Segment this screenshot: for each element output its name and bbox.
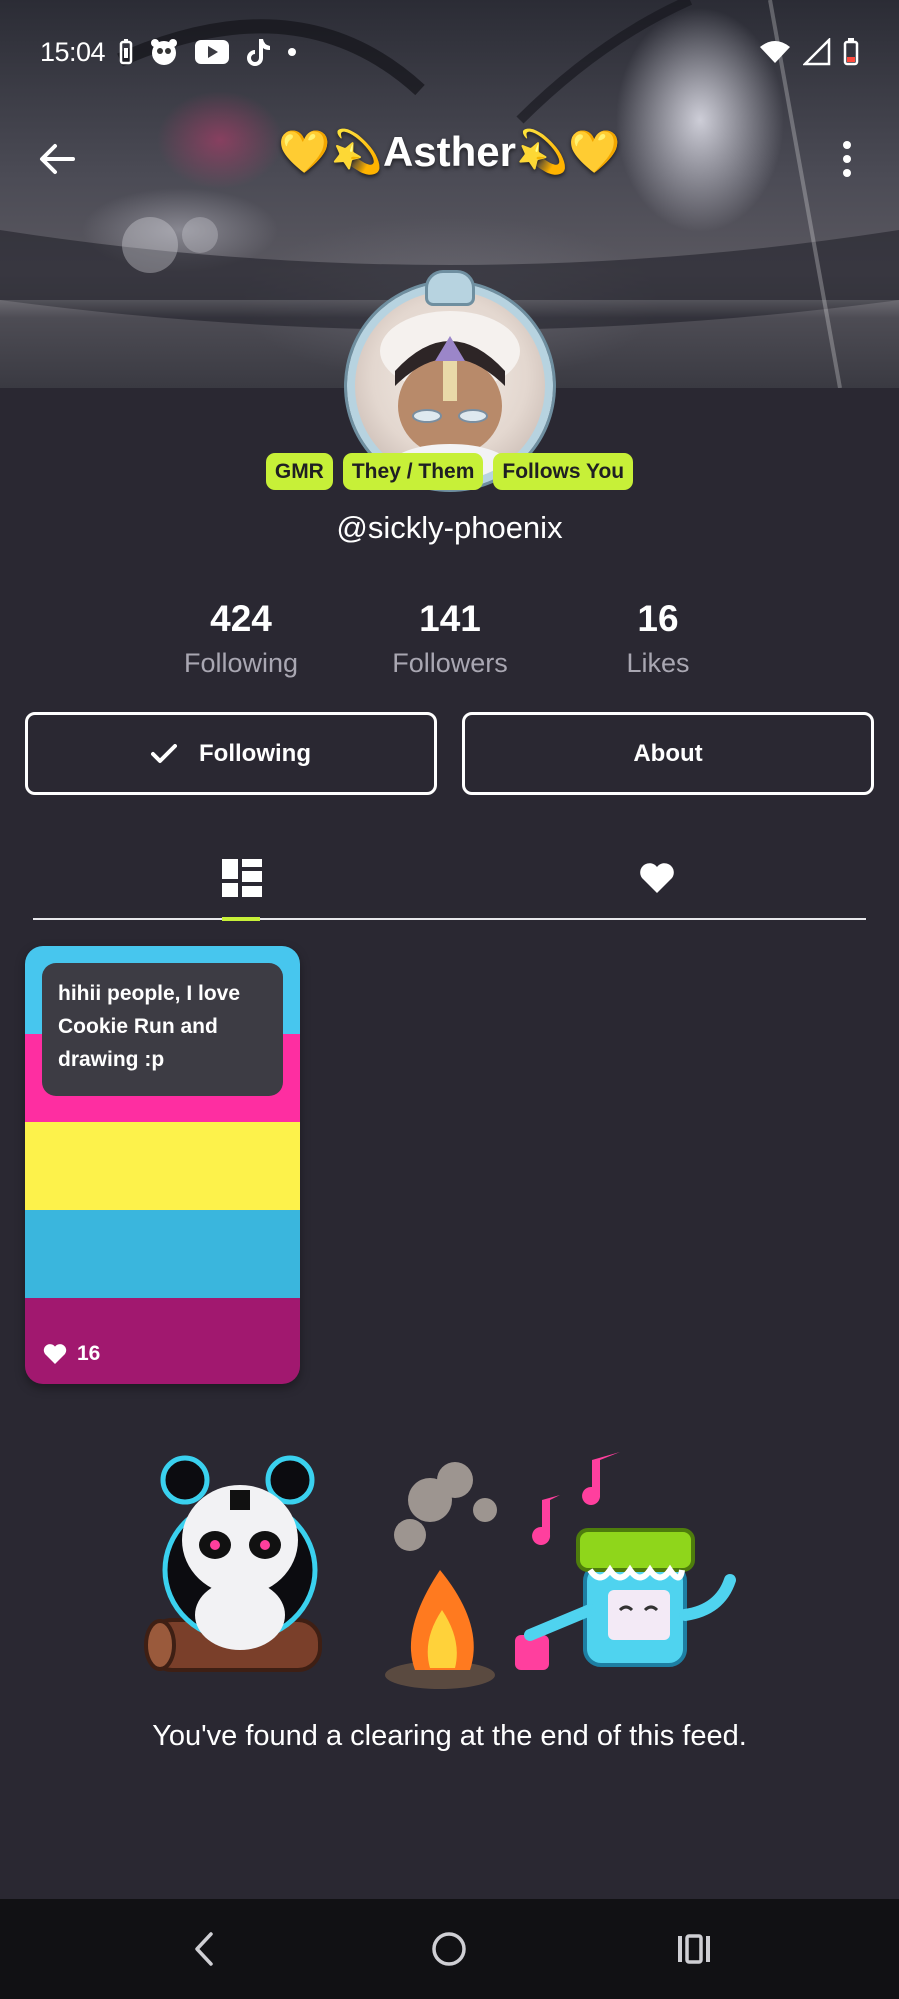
stat-following-value: 424 xyxy=(210,598,272,639)
following-button[interactable]: Following xyxy=(25,712,437,795)
status-icons-left xyxy=(119,37,297,67)
grid-dashboard-icon xyxy=(222,859,262,897)
battery-saver-icon xyxy=(119,39,133,65)
active-tab-indicator xyxy=(222,917,260,921)
stat-following-label: Following xyxy=(183,648,299,678)
nav-home-button[interactable] xyxy=(419,1924,479,1974)
system-nav-bar xyxy=(0,1899,899,1999)
tab-likes[interactable] xyxy=(597,838,717,918)
following-button-label: Following xyxy=(199,739,311,767)
status-icons-right xyxy=(759,38,859,66)
youtube-icon xyxy=(195,40,230,64)
heart-icon xyxy=(640,863,674,893)
end-of-feed-illustration xyxy=(144,1452,736,1689)
stat-likes-value: 16 xyxy=(637,598,679,639)
flag-stripe xyxy=(25,1210,300,1298)
about-button[interactable]: About xyxy=(462,712,874,795)
more-vertical-icon xyxy=(843,141,851,177)
nav-back-button[interactable] xyxy=(174,1924,234,1974)
app-notification-icon xyxy=(149,38,179,66)
end-of-feed-message: You've found a clearing at the end of th… xyxy=(152,1720,747,1752)
post-likes-count: 16 xyxy=(77,1342,101,1365)
profile-stats: 424 Following 141 Followers 16 Likes xyxy=(0,596,899,686)
profile-badges: GMR They / Them Follows You xyxy=(0,453,899,490)
nav-recents-icon xyxy=(678,1934,710,1964)
status-bar: 15:04 xyxy=(0,30,899,74)
status-time: 15:04 xyxy=(40,36,106,67)
profile-handle: @sickly-phoenix xyxy=(336,510,563,545)
post-card[interactable]: hihii people, I love Cookie Run and draw… xyxy=(25,946,300,1384)
stat-following[interactable]: 424 Following xyxy=(151,596,331,684)
wifi-icon xyxy=(759,39,791,65)
stat-followers[interactable]: 141 Followers xyxy=(360,596,540,684)
profile-tabs xyxy=(33,838,866,921)
stat-likes-label: Likes xyxy=(626,648,690,678)
dot-icon xyxy=(287,47,297,57)
nav-back-icon xyxy=(195,1932,213,1966)
stat-followers-value: 141 xyxy=(419,598,481,639)
post-likes: 16 xyxy=(43,1342,100,1366)
checkmark-icon xyxy=(151,743,177,763)
stat-followers-label: Followers xyxy=(392,648,508,678)
tiktok-icon xyxy=(245,37,271,67)
post-text: hihii people, I love Cookie Run and draw… xyxy=(42,963,283,1096)
nav-home-icon xyxy=(432,1932,466,1966)
battery-icon xyxy=(843,38,859,66)
avatar-ornament xyxy=(425,270,475,306)
heart-icon xyxy=(43,1344,67,1364)
stat-likes[interactable]: 16 Likes xyxy=(568,596,748,684)
tab-posts[interactable] xyxy=(182,838,302,918)
nav-recents-button[interactable] xyxy=(664,1924,724,1974)
flag-stripe xyxy=(25,1122,300,1210)
about-button-label: About xyxy=(633,739,703,767)
app-header: 💛💫Asther💫💛 xyxy=(0,118,899,198)
flag-stripe xyxy=(25,1298,300,1384)
profile-title: 💛💫Asther💫💛 xyxy=(278,128,621,175)
badge-follows-you: Follows You xyxy=(493,453,634,490)
more-options-button[interactable] xyxy=(827,134,867,184)
badge-gmr: GMR xyxy=(265,453,333,490)
badge-pronouns: They / Them xyxy=(342,453,484,490)
cellular-signal-icon xyxy=(803,38,831,66)
